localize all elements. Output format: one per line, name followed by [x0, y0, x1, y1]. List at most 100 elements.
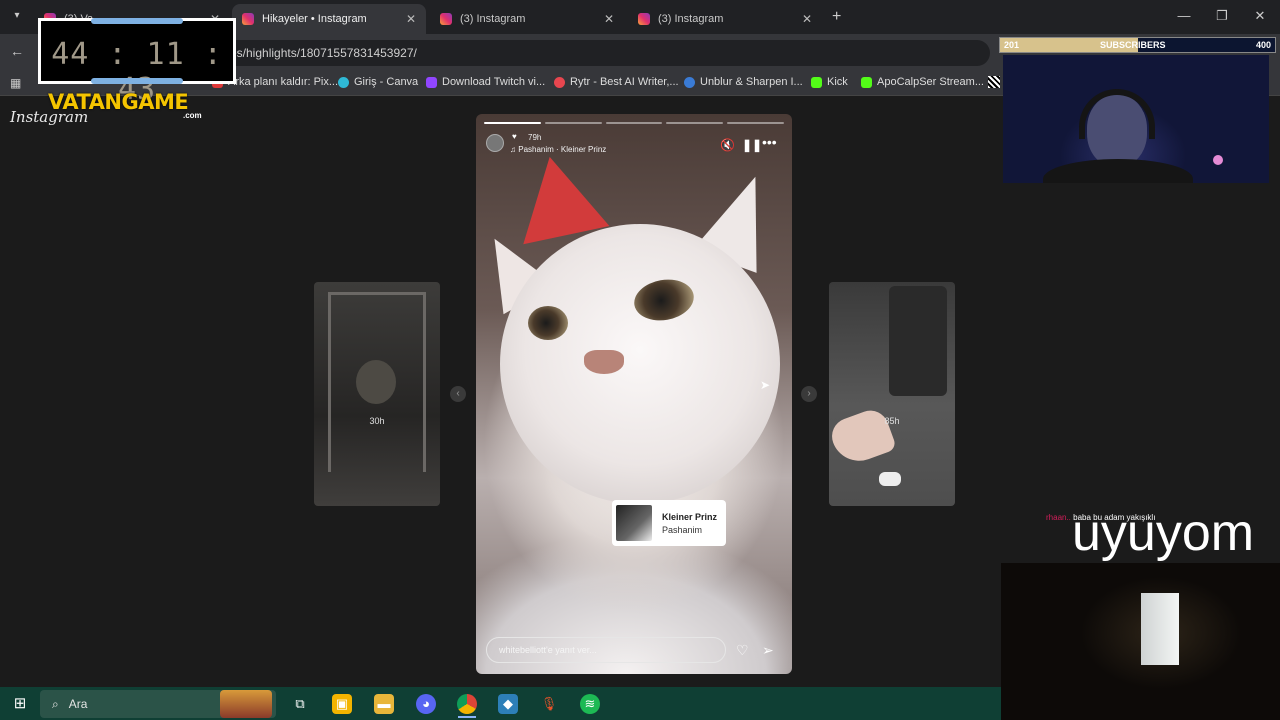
address-bar[interactable]: es/highlights/18071557831453927/	[110, 40, 990, 66]
timer-bar-top	[91, 18, 183, 24]
streamer-body-image	[1043, 159, 1193, 183]
overlay-caption: uyuyom	[1072, 504, 1255, 562]
twitch-icon	[426, 76, 437, 88]
bookmark-kick[interactable]: Kick	[811, 76, 848, 88]
file-explorer-icon[interactable]: ▬	[374, 694, 394, 714]
cat-eye-left-image	[528, 306, 568, 340]
tab-hikayeler[interactable]: Hikayeler • Instagram ✕	[232, 4, 426, 34]
app-icon[interactable]: ◆	[498, 694, 518, 714]
progress-segment	[666, 122, 724, 124]
canva-icon	[338, 76, 349, 88]
bookmark-twitch[interactable]: Download Twitch vi...	[426, 76, 545, 88]
story-song-line[interactable]: ♫ Pashanim · Kleiner Prinz	[510, 145, 606, 154]
mute-icon[interactable]: 🔇	[720, 138, 735, 152]
store-icon[interactable]: ▣	[332, 694, 352, 714]
bookmark-apocalpser[interactable]: ApoCalpSer Stream...	[861, 76, 984, 88]
task-view-icon[interactable]: ⧉	[290, 694, 310, 714]
search-icon: ⌕	[52, 696, 59, 711]
chrome-active-indicator	[458, 716, 476, 718]
instagram-icon	[638, 13, 650, 25]
brand-logo: VATANGAME	[48, 90, 189, 114]
spotify-icon[interactable]: ≋	[580, 694, 600, 714]
hand-image	[829, 405, 898, 469]
door-image	[1141, 593, 1179, 665]
avatar[interactable]	[486, 134, 504, 152]
bookmark-label: Kick	[827, 76, 848, 88]
microphone-icon[interactable]: 🎙	[539, 694, 559, 714]
cat-nose-image	[584, 350, 624, 374]
person-image	[356, 360, 396, 404]
previous-story[interactable]: 30h	[314, 282, 440, 506]
kick-icon	[861, 76, 872, 88]
previous-arrow[interactable]: ‹	[450, 386, 466, 402]
album-art	[616, 505, 652, 541]
cat-head-image	[500, 224, 780, 504]
bookmark-label: Download Twitch vi...	[442, 76, 546, 88]
machine-image	[889, 286, 947, 396]
close-window-icon[interactable]: ✕	[1250, 8, 1270, 24]
sticker-title: Kleiner Prinz	[662, 511, 718, 522]
story-progress	[484, 122, 784, 124]
send-icon[interactable]: ➢	[762, 642, 774, 659]
tab-label: Hikayeler • Instagram	[262, 13, 367, 25]
light-image	[1213, 155, 1223, 165]
bookmark-unblur[interactable]: Unblur & Sharpen I...	[684, 76, 803, 88]
pause-icon[interactable]: ❚❚	[742, 138, 762, 152]
unblur-icon	[684, 76, 695, 88]
discord-icon[interactable]: ◕	[416, 694, 436, 714]
restore-icon[interactable]: ❐	[1212, 8, 1232, 24]
close-icon[interactable]: ✕	[604, 12, 614, 26]
room-camera-feed	[1001, 563, 1280, 720]
subs-current: 201	[1004, 40, 1020, 50]
instagram-icon	[440, 13, 452, 25]
bookmark-label: Arka planı kaldır: Pix...	[228, 76, 339, 88]
bookmark-label: Rytr - Best AI Writer,...	[570, 76, 679, 88]
apps-grid-icon[interactable]: ▦	[10, 76, 21, 90]
music-sticker[interactable]: Kleiner Prinz Pashanim	[612, 500, 726, 546]
back-arrow-icon[interactable]: ←	[10, 43, 24, 59]
mouse-cursor-icon: ➤	[760, 378, 771, 392]
like-heart-icon[interactable]: ♡	[736, 642, 749, 659]
shoe-image	[879, 472, 901, 486]
search-highlight-image	[220, 690, 272, 718]
tab-instagram-1[interactable]: (3) Instagram ✕	[430, 4, 624, 34]
progress-segment	[727, 122, 784, 124]
bookmark-label: Unblur & Sharpen I...	[700, 76, 803, 88]
stream-timer: 44 : 11 : 43	[38, 18, 236, 107]
close-icon[interactable]: ✕	[406, 12, 416, 26]
progress-segment	[484, 122, 541, 124]
bookmark-label: ApoCalpSer Stream...	[877, 76, 984, 88]
story-age: 85h	[884, 416, 900, 426]
tab-search-button[interactable]: ▾	[8, 10, 26, 24]
bookmark-label: Giriş - Canva	[354, 76, 419, 88]
windows-start-icon[interactable]: ⊞	[10, 694, 30, 714]
progress-segment	[605, 122, 663, 124]
instagram-icon	[242, 13, 254, 25]
heart-icon: ♥	[512, 132, 517, 141]
brand-text: VATANGAME	[48, 90, 189, 114]
next-story[interactable]: 85h	[829, 282, 955, 506]
close-icon[interactable]: ✕	[802, 12, 812, 26]
sticker-artist: Pashanim	[662, 524, 703, 535]
subs-label: SUBSCRIBERS	[1100, 40, 1166, 50]
chrome-icon[interactable]	[457, 694, 477, 714]
chat-user: rhaan..	[1046, 513, 1071, 522]
song-label: Pashanim · Kleiner Prinz	[518, 145, 607, 154]
kick-icon	[811, 76, 822, 88]
tab-label: (3) Instagram	[460, 13, 526, 25]
more-options-icon[interactable]: •••	[762, 134, 777, 150]
story-time: 79h	[528, 133, 542, 142]
more-bookmarks-icon[interactable]	[988, 76, 1000, 88]
subs-goal: 400	[1255, 40, 1271, 50]
timer-bar-bottom	[91, 78, 183, 84]
bookmark-canva[interactable]: Giriş - Canva	[338, 76, 418, 88]
reply-input[interactable]: whitebelliott'e yanıt ver...	[486, 637, 726, 663]
next-arrow[interactable]: ›	[801, 386, 817, 402]
music-icon: ♫	[510, 145, 519, 154]
headphones-image	[1079, 89, 1155, 139]
minimize-icon[interactable]: —	[1174, 8, 1194, 23]
tab-instagram-2[interactable]: (3) Instagram ✕	[628, 4, 822, 34]
bookmark-rytr[interactable]: Rytr - Best AI Writer,...	[554, 76, 679, 88]
story-viewer[interactable]: ♥ 79h ♫ Pashanim · Kleiner Prinz 🔇 ❚❚ ••…	[476, 114, 792, 674]
new-tab-button[interactable]: +	[832, 8, 841, 26]
